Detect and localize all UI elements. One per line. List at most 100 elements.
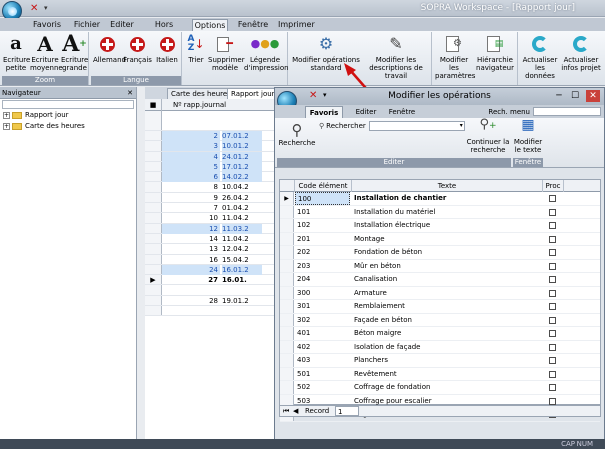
legende-impression-button[interactable]: ● ● ● Légende d'impression xyxy=(244,33,289,72)
grid-row[interactable]: 300 Armature xyxy=(280,286,600,300)
proc-checkbox[interactable] xyxy=(549,343,556,351)
grid-row[interactable]: 202 Fondation de béton xyxy=(280,246,600,260)
dialog-tab-fenetre[interactable]: Fenêtre xyxy=(385,106,419,118)
tab-options[interactable]: Options xyxy=(192,19,228,31)
table-row[interactable] xyxy=(145,306,285,317)
table-row[interactable]: 12 11.03.2 xyxy=(145,223,285,234)
tab-favoris[interactable]: Favoris xyxy=(30,19,64,31)
proc-checkbox[interactable] xyxy=(549,316,556,324)
proc-checkbox[interactable] xyxy=(549,262,556,270)
expand-icon[interactable]: + xyxy=(3,123,10,130)
quick-access-dropdown-icon[interactable]: ▾ xyxy=(44,4,48,12)
proc-checkbox[interactable] xyxy=(549,208,556,216)
table-row[interactable]: 5 17.01.2 xyxy=(145,161,285,173)
expand-icon[interactable]: + xyxy=(3,112,10,119)
proc-checkbox[interactable] xyxy=(549,357,556,364)
italien-button[interactable]: Italien xyxy=(154,33,180,64)
tab-hors-ligne[interactable]: Hors ligne xyxy=(144,19,184,41)
ecriture-petite-button[interactable]: a Ecriture petite xyxy=(3,33,30,73)
ecriture-moyenne-button[interactable]: A Ecriture moyenne xyxy=(30,33,63,72)
proc-checkbox[interactable] xyxy=(549,303,556,310)
search-menu-input[interactable] xyxy=(533,107,601,116)
dialog-tab-favoris[interactable]: Favoris xyxy=(305,106,343,118)
recherche-button[interactable]: ⚲ Recherche xyxy=(278,121,316,147)
grid-row[interactable]: 403 Planchers xyxy=(280,354,600,368)
nav-item-rapport-jour[interactable]: + Rapport jour xyxy=(0,110,136,121)
hierarchie-navigateur-button[interactable]: ▤ Hiérarchie navigateur xyxy=(475,33,515,72)
column-header-proc[interactable]: Proc xyxy=(543,180,564,192)
record-number-input[interactable]: 1 xyxy=(335,406,359,416)
proc-checkbox[interactable] xyxy=(549,222,556,229)
actualiser-infos-projet-button[interactable]: Actualiser infos projet xyxy=(561,33,601,72)
tab-imprimer[interactable]: Imprimer xyxy=(278,19,315,31)
tab-fenetre[interactable]: Fenêtre xyxy=(236,19,270,31)
rechercher-dropdown[interactable]: ▾ xyxy=(368,121,465,131)
table-row-current[interactable]: ▶ 27 16.01. xyxy=(145,275,285,286)
proc-checkbox[interactable] xyxy=(549,384,556,391)
grid-row[interactable]: 301 Remblaiement xyxy=(280,300,600,314)
group-langue-label: Langue xyxy=(91,76,181,85)
table-row[interactable]: 13 12.04.2 xyxy=(145,244,285,255)
allemand-button[interactable]: Allemand xyxy=(93,33,126,64)
modifier-parametres-button[interactable]: ⚙ Modifier les paramètres xyxy=(435,33,475,80)
proc-checkbox[interactable] xyxy=(549,330,556,337)
column-header-texte[interactable]: Texte xyxy=(352,180,543,192)
nav-item-carte-des-heures[interactable]: + Carte des heures xyxy=(0,121,136,132)
table-row[interactable]: 24 16.01.2 xyxy=(145,264,285,276)
grid-row[interactable]: 502 Coffrage de fondation xyxy=(280,381,600,395)
grid-row[interactable]: 203 Mûr en béton xyxy=(280,259,600,273)
modifier-texte-button[interactable]: ▦ Modifier le texte xyxy=(513,118,543,154)
table-row[interactable]: 7 01.04.2 xyxy=(145,203,285,214)
maximize-icon[interactable]: ☐ xyxy=(568,90,582,102)
continuer-recherche-button[interactable]: ⚲+ Continuer la recherche xyxy=(465,118,511,154)
column-header-rapp-journal[interactable]: Nº rapp.journal xyxy=(173,99,226,111)
proc-checkbox[interactable] xyxy=(549,370,556,378)
trier-button[interactable]: A Z ↓ Trier xyxy=(185,33,207,65)
table-row[interactable]: 3 10.01.2 xyxy=(145,141,285,152)
proc-checkbox[interactable] xyxy=(549,289,556,297)
proc-checkbox[interactable] xyxy=(549,276,556,283)
proc-checkbox[interactable] xyxy=(549,235,556,243)
table-row[interactable]: 8 10.04.2 xyxy=(145,182,285,193)
ecriture-grande-button[interactable]: A + Ecriture grande xyxy=(61,33,88,72)
table-row[interactable]: 9 26.04.2 xyxy=(145,192,285,204)
dialog-tab-editer[interactable]: Editer xyxy=(351,106,381,118)
grid-row[interactable]: 102 Installation électrique xyxy=(280,219,600,233)
francais-button[interactable]: Français xyxy=(123,33,152,64)
grid-row[interactable]: ▶ 100 Installation de chantier xyxy=(280,192,600,206)
table-row[interactable]: 16 15.04.2 xyxy=(145,254,285,265)
close-window-icon[interactable]: ✕ xyxy=(586,90,600,102)
column-header-code[interactable]: Code élément xyxy=(295,180,352,192)
supprimer-modele-button[interactable]: ━ Supprimer modèle xyxy=(208,33,245,72)
close-icon[interactable]: ✕ xyxy=(127,87,133,99)
first-record-icon[interactable]: ⏮ xyxy=(283,406,289,417)
close-x-icon[interactable]: ✕ xyxy=(30,3,38,14)
window-title: SOPRA Workspace - [Rapport jour] xyxy=(420,3,575,13)
tab-fichier[interactable]: Fichier xyxy=(72,19,102,31)
grid-row[interactable]: 501 Revêtement xyxy=(280,367,600,381)
grid-row[interactable]: 302 Façade en béton xyxy=(280,313,600,327)
grid-row[interactable]: 401 Béton maigre xyxy=(280,327,600,341)
proc-checkbox[interactable] xyxy=(549,249,556,256)
proc-checkbox[interactable] xyxy=(549,397,556,405)
table-row[interactable]: 6 14.02.2 xyxy=(145,172,285,183)
tab-carte-des-heures[interactable]: Carte des heures xyxy=(167,88,235,99)
proc-checkbox[interactable] xyxy=(549,195,556,202)
minimize-icon[interactable]: ─ xyxy=(552,90,566,102)
tab-editer[interactable]: Editer xyxy=(108,19,136,31)
prev-record-icon[interactable]: ◀ xyxy=(293,406,298,417)
grid-row[interactable]: 201 Montage xyxy=(280,232,600,246)
table-row[interactable]: 2 07.01.2 xyxy=(145,131,285,142)
actualiser-donnees-button[interactable]: Actualiser les données xyxy=(521,33,559,80)
grid-row[interactable]: 402 Isolation de façade xyxy=(280,340,600,354)
table-row[interactable]: 4 24.01.2 xyxy=(145,151,285,162)
pencil-icon: ✎ xyxy=(389,34,403,53)
table-row[interactable]: 10 11.04.2 xyxy=(145,213,285,224)
tab-rapport-jour[interactable]: Rapport jour xyxy=(227,88,279,99)
table-row[interactable]: 14 11.04.2 xyxy=(145,233,285,245)
navigator-search-input[interactable] xyxy=(2,100,134,109)
grid-row[interactable]: 101 Installation du matériel xyxy=(280,205,600,219)
table-row[interactable] xyxy=(145,285,285,296)
grid-row[interactable]: 204 Canalisation xyxy=(280,273,600,287)
table-row[interactable]: 28 19.01.2 xyxy=(145,295,285,307)
